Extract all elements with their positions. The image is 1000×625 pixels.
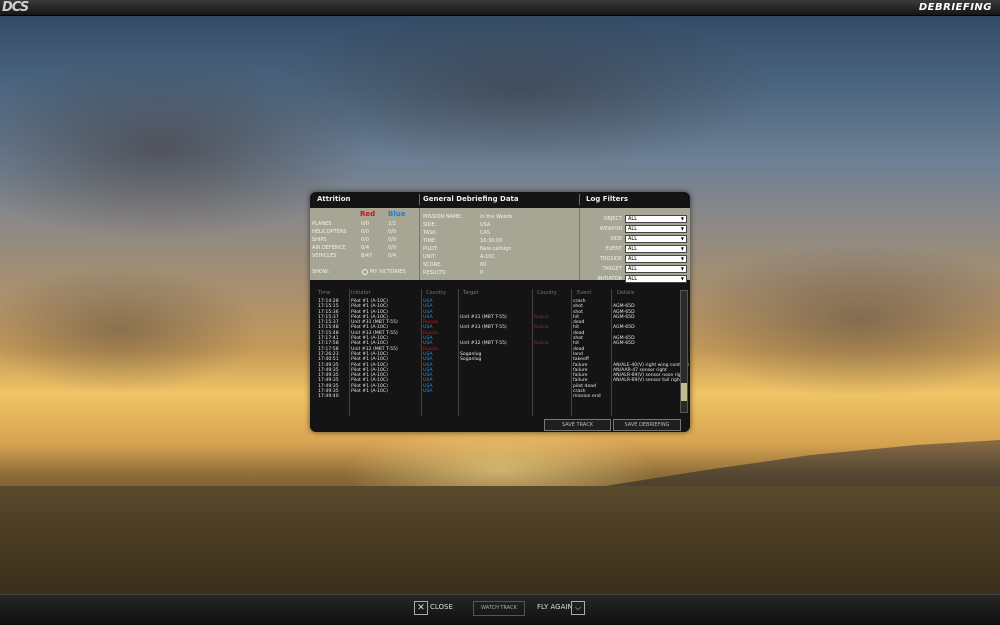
col-header-country[interactable]: Country <box>426 290 446 296</box>
log-header: Time Initiator Country Target Country Ev… <box>311 289 683 297</box>
dropdown-arrow-icon: ▼ <box>680 236 684 241</box>
watch-track-button[interactable]: WATCH TRACK <box>473 601 525 616</box>
filter-object-select[interactable]: ALL ▼ <box>625 215 687 223</box>
general-value: A-10C <box>480 254 495 260</box>
divider <box>419 208 420 280</box>
filter-label: EVENT <box>605 246 622 252</box>
divider <box>579 208 580 280</box>
close-button[interactable]: CLOSE <box>430 603 453 611</box>
filter-label: SIDE <box>610 236 622 242</box>
attr-blue: 0/0 <box>388 229 397 235</box>
col-header-details[interactable]: Details <box>617 290 634 296</box>
filter-label: WEAPON <box>599 226 622 232</box>
filter-weapon-select[interactable]: ALL ▼ <box>625 225 687 233</box>
attr-red: 0/0 <box>361 229 370 235</box>
general-value: New callsign <box>480 246 512 252</box>
attr-red: 0/0 <box>361 221 370 227</box>
filter-side-select[interactable]: ALL ▼ <box>625 235 687 243</box>
log-time: 17:49:40 <box>318 394 339 400</box>
chevron-down-icon[interactable]: ⌵ <box>571 601 585 615</box>
attr-red: 0/4 <box>361 245 370 251</box>
fly-again-button[interactable]: FLY AGAIN <box>537 603 573 611</box>
col-header-target-country[interactable]: Country <box>537 290 557 296</box>
general-label: MISSION NAME: <box>423 214 463 220</box>
show-label: SHOW: <box>312 269 330 275</box>
general-value: In the Weeds <box>480 214 513 220</box>
general-title: General Debriefing Data <box>423 195 519 203</box>
event-log-table[interactable]: Time Initiator Country Target Country Ev… <box>311 289 689 416</box>
col-header-target[interactable]: Target <box>463 290 478 296</box>
table-row[interactable]: 17:49:40 mission end <box>311 394 683 399</box>
debriefing-panel: Attrition General Debriefing Data Log Fi… <box>310 192 690 432</box>
general-value: USA <box>480 222 491 228</box>
general-label: TASK: <box>423 230 438 236</box>
col-header-initiator[interactable]: Initiator <box>351 290 371 296</box>
filter-label: TARGET <box>602 266 622 272</box>
hills <box>580 440 1000 490</box>
general-value: 0 <box>480 270 484 276</box>
top-bar: DCS DEBRIEFING <box>0 0 1000 16</box>
attr-label: PLANES <box>312 221 332 227</box>
dropdown-arrow-icon: ▼ <box>680 216 684 221</box>
filters-title: Log Filters <box>586 195 629 203</box>
attr-label: VEHICLES <box>312 253 337 259</box>
col-header-time[interactable]: Time <box>318 290 330 296</box>
attr-label: HELICOPTERS <box>312 229 347 235</box>
attr-blue: 0/0 <box>388 237 397 243</box>
log-rows: 17:14:28 Pilot #1 (A-10C) USA crash 17:15:15… <box>311 299 689 400</box>
attr-label: AIR DEFENCE <box>312 245 346 251</box>
filter-target-select[interactable]: ALL ▼ <box>625 265 687 273</box>
dropdown-arrow-icon: ▼ <box>680 246 684 251</box>
attr-blue: 0/4 <box>388 253 397 259</box>
save-track-button[interactable]: SAVE TRACK <box>544 419 611 431</box>
page-title: DEBRIEFING <box>918 2 992 13</box>
general-value: CAS <box>480 230 491 236</box>
dropdown-arrow-icon: ▼ <box>680 226 684 231</box>
ground <box>0 486 1000 596</box>
general-label: PILOT: <box>423 246 439 252</box>
general-value: 60 <box>480 262 487 268</box>
blue-header: Blue <box>388 210 406 218</box>
filter-label: TRGSIDE <box>599 256 622 262</box>
dropdown-arrow-icon: ▼ <box>680 276 684 281</box>
header-divider <box>579 194 580 205</box>
summary-area: Red Blue PLANES 0/0 2/2 HELICOPTERS 0/0 … <box>310 208 690 283</box>
filter-trgside-select[interactable]: ALL ▼ <box>625 255 687 263</box>
filter-label: INITIATOR <box>597 276 622 282</box>
general-label: SCORE: <box>423 262 442 268</box>
attr-blue: 2/2 <box>388 221 397 227</box>
log-event: mission end <box>573 394 601 400</box>
general-label: UNIT: <box>423 254 437 260</box>
my-victories-radio[interactable] <box>362 269 368 275</box>
col-header-event[interactable]: Event <box>577 290 591 296</box>
filter-event-select[interactable]: ALL ▼ <box>625 245 687 253</box>
dropdown-arrow-icon: ▼ <box>680 256 684 261</box>
dcs-logo: DCS <box>2 0 29 15</box>
attr-red: 0/0 <box>361 237 370 243</box>
general-label: SIDE: <box>423 222 437 228</box>
general-label: RESULTS: <box>423 270 447 276</box>
attr-label: SHIPS <box>312 237 327 243</box>
general-value: 16:30:00 <box>480 238 503 244</box>
attr-blue: 0/0 <box>388 245 397 251</box>
attrition-title: Attrition <box>317 195 351 203</box>
header-divider <box>419 194 420 205</box>
my-victories-label: MY VICTORIES <box>370 269 406 275</box>
dropdown-arrow-icon: ▼ <box>680 266 684 271</box>
red-header: Red <box>360 210 376 218</box>
filter-label: OBJECT <box>603 216 622 222</box>
close-icon[interactable]: ✕ <box>414 601 428 615</box>
general-label: TIME: <box>423 238 437 244</box>
save-debriefing-button[interactable]: SAVE DEBRIEFING <box>613 419 681 431</box>
scrollbar-thumb[interactable] <box>681 383 687 401</box>
attr-red: 8/47 <box>361 253 373 259</box>
filter-initiator-select[interactable]: ALL ▼ <box>625 275 687 283</box>
log-scrollbar[interactable] <box>680 290 688 413</box>
